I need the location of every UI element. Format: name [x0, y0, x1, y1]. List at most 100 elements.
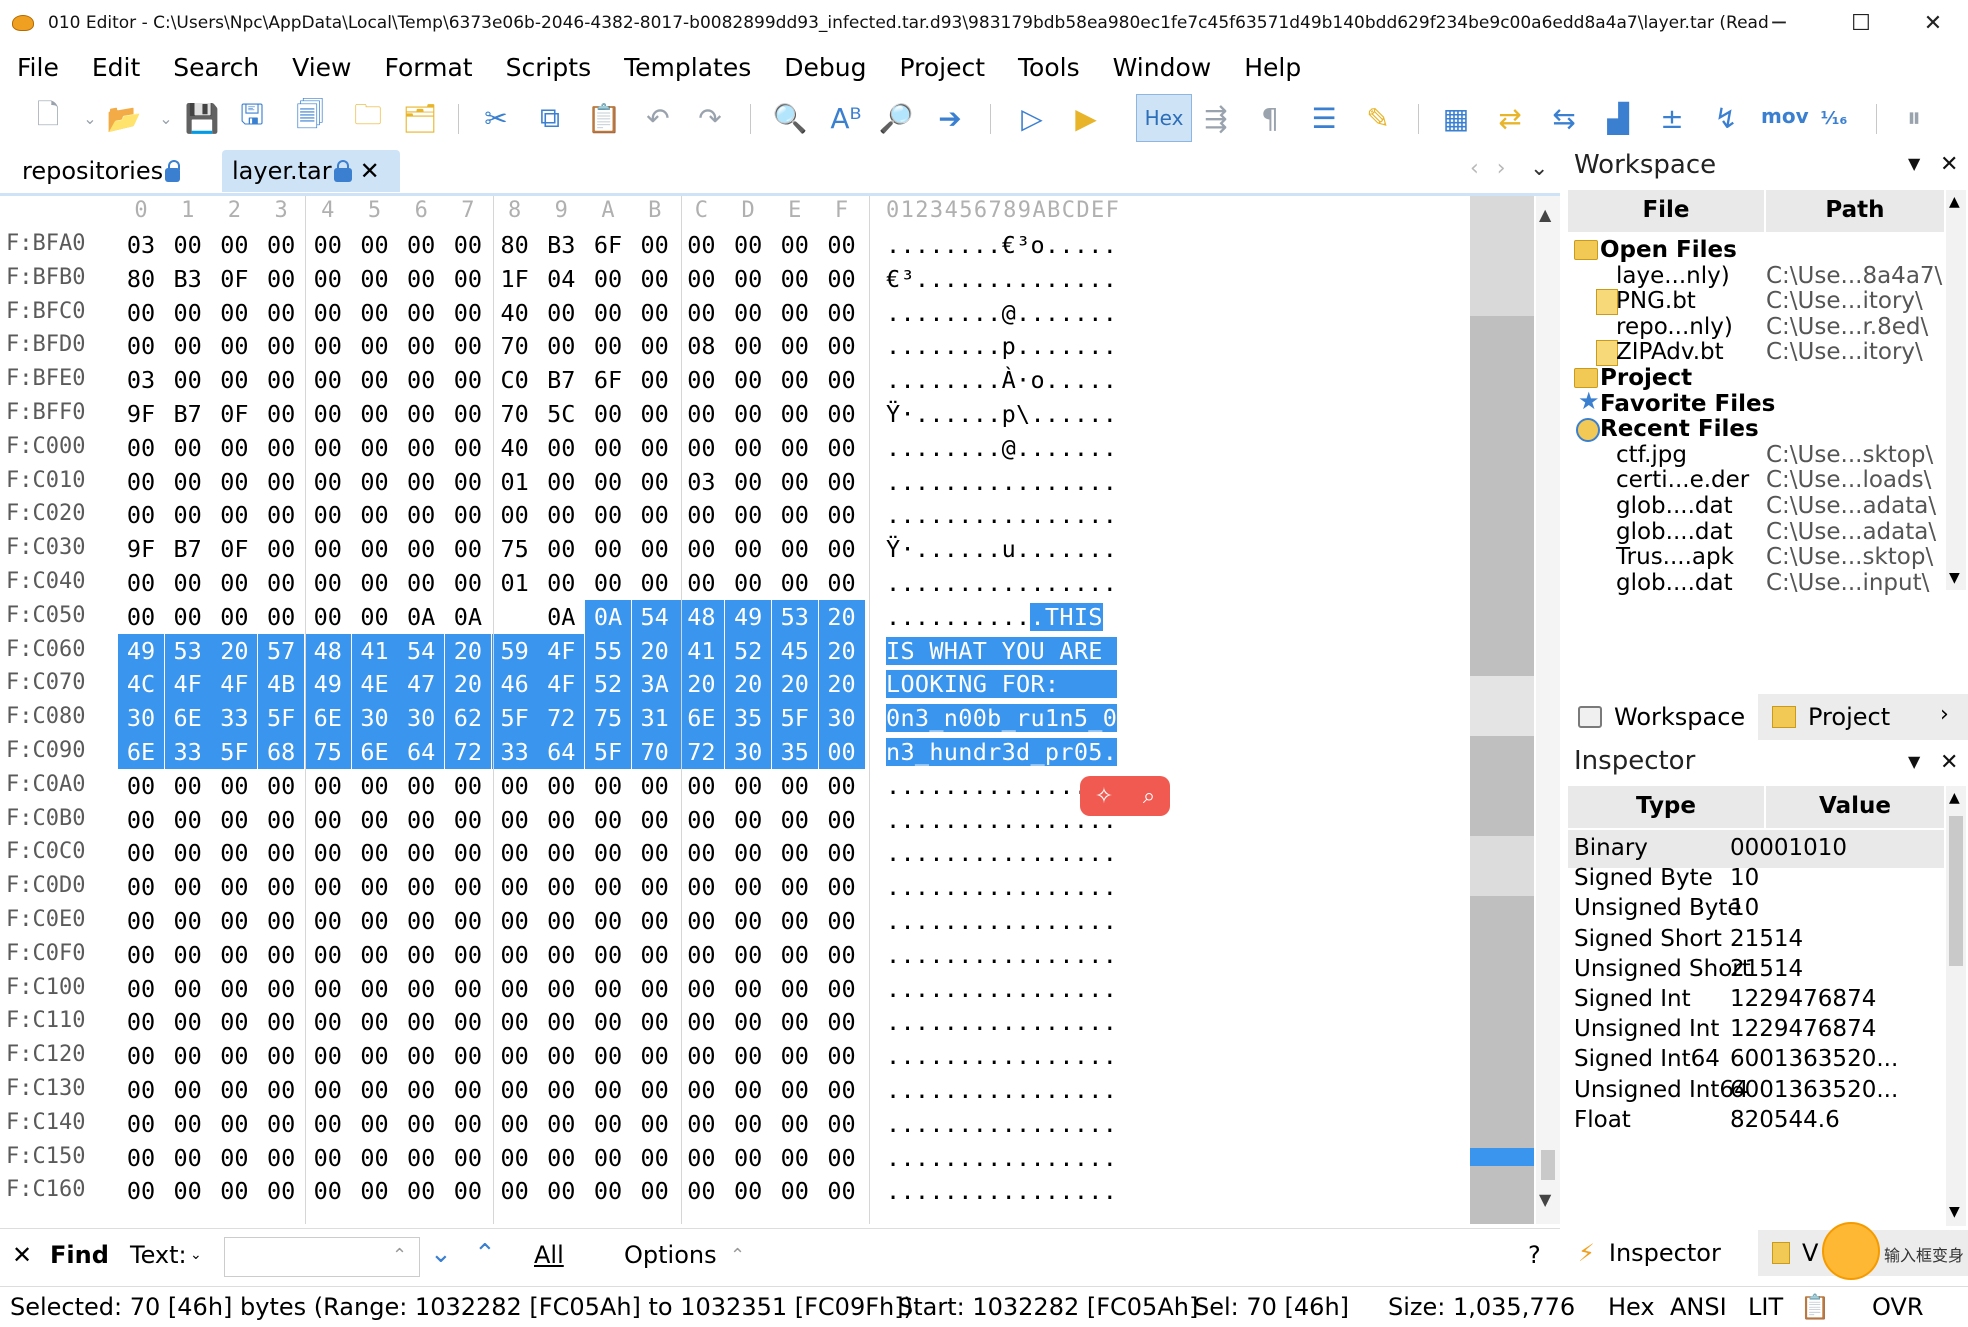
hex-byte[interactable]: 00	[819, 262, 865, 296]
hex-byte[interactable]: 00	[632, 363, 678, 397]
hex-byte[interactable]: 00	[258, 465, 304, 499]
hex-byte[interactable]: 6E	[678, 701, 725, 736]
hex-byte[interactable]: 00	[632, 228, 678, 262]
hex-byte[interactable]: 00	[352, 532, 398, 566]
close-icon[interactable]: ✕	[1940, 750, 1958, 775]
hex-byte[interactable]: 00	[632, 465, 678, 499]
hex-byte[interactable]: 00	[772, 803, 818, 837]
hex-byte[interactable]: 00	[352, 870, 398, 904]
hex-byte[interactable]: 00	[772, 498, 818, 532]
hex-byte[interactable]: 30	[818, 701, 865, 736]
hex-byte[interactable]: 20	[631, 633, 678, 668]
column-type[interactable]: Type	[1568, 793, 1764, 819]
hex-byte[interactable]: 00	[678, 938, 724, 972]
hex-byte[interactable]: 00	[445, 1141, 491, 1175]
hex-byte[interactable]: 00	[258, 870, 304, 904]
hex-byte[interactable]: 53	[771, 599, 818, 634]
hex-byte[interactable]: 30	[398, 701, 445, 736]
hex-row[interactable]: F:C090 6E 33 5F 68 75 6E 64 72 33 64 5F 70 72 30 35 00 n3…	[0, 735, 1470, 769]
hex-byte[interactable]: 00	[772, 1005, 818, 1039]
ascii-text[interactable]: ................	[886, 1174, 1117, 1208]
replace-icon[interactable]: Aᴮ	[826, 98, 866, 138]
hex-byte[interactable]: 00	[258, 363, 304, 397]
ascii-text[interactable]: ...........THIS	[886, 600, 1103, 634]
hex-byte[interactable]: 64	[398, 735, 445, 769]
hex-byte[interactable]: 00	[398, 1073, 444, 1107]
hex-byte[interactable]: 00	[585, 498, 631, 532]
undo-icon[interactable]: ↶	[638, 98, 678, 138]
hex-byte[interactable]: 00	[492, 836, 538, 870]
hex-byte[interactable]: 9F	[118, 532, 164, 566]
hex-byte[interactable]: 00	[118, 1107, 164, 1141]
menu-tools[interactable]: Tools	[1018, 53, 1080, 82]
hex-byte[interactable]: 00	[352, 566, 398, 600]
find-mode-label[interactable]: Text:	[130, 1241, 187, 1269]
hex-byte[interactable]: 00	[678, 296, 724, 330]
hex-byte[interactable]: 00	[258, 329, 304, 363]
menu-help[interactable]: Help	[1244, 53, 1301, 82]
hex-byte[interactable]: 72	[538, 701, 585, 736]
hex-byte[interactable]: 00	[678, 972, 724, 1006]
hex-byte[interactable]: 30	[725, 735, 772, 769]
hex-byte[interactable]: 00	[165, 870, 211, 904]
hex-byte[interactable]: 00	[585, 769, 631, 803]
hex-byte[interactable]: 6F	[585, 228, 631, 262]
hex-byte[interactable]: 00	[772, 431, 818, 465]
hex-byte[interactable]: 00	[398, 1005, 444, 1039]
hex-byte[interactable]: 00	[632, 769, 678, 803]
status-mode[interactable]: Hex	[1608, 1293, 1655, 1321]
ascii-text[interactable]: ................	[886, 1005, 1117, 1039]
hex-byte[interactable]: 00	[165, 904, 211, 938]
hex-byte[interactable]: 00	[352, 262, 398, 296]
hex-byte[interactable]: 00	[819, 870, 865, 904]
hex-byte[interactable]: 00	[165, 600, 211, 634]
hex-byte[interactable]: 00	[445, 1039, 491, 1073]
hex-byte[interactable]: 00	[725, 870, 771, 904]
hex-byte[interactable]: 00	[305, 836, 351, 870]
disassembler-icon[interactable]: ↯	[1706, 98, 1746, 138]
hex-byte[interactable]: 00	[118, 938, 164, 972]
hex-byte[interactable]: 70	[492, 397, 538, 431]
hex-byte[interactable]: 00	[305, 1005, 351, 1039]
hex-row[interactable]: F:C080 30 6E 33 5F 6E 30 30 62 5F 72 75 31 6E 35 5F 30 0n…	[0, 701, 1470, 736]
tab-repositories[interactable]: repositories	[12, 150, 190, 192]
menu-view[interactable]: View	[292, 53, 351, 82]
hex-byte[interactable]: 00	[165, 1174, 211, 1208]
hex-byte[interactable]: 00	[725, 566, 771, 600]
hex-byte[interactable]: 47	[398, 667, 445, 702]
hex-byte[interactable]: 31	[631, 701, 678, 736]
hex-byte[interactable]: 30	[351, 701, 398, 736]
hex-byte[interactable]: 00	[165, 769, 211, 803]
hex-byte[interactable]: 6E	[164, 701, 211, 736]
hex-byte[interactable]: 04	[538, 262, 584, 296]
hex-byte[interactable]: 00	[492, 870, 538, 904]
hex-byte[interactable]: 00	[305, 566, 351, 600]
column-file[interactable]: File	[1568, 197, 1764, 223]
hex-byte[interactable]: 00	[118, 769, 164, 803]
hex-byte[interactable]: 62	[444, 701, 491, 736]
hex-byte[interactable]: 0A	[398, 600, 444, 634]
hex-byte[interactable]: 20	[444, 667, 491, 702]
hex-byte[interactable]: 00	[632, 532, 678, 566]
ascii-text[interactable]: n3_hundr3d_pr05.	[886, 735, 1118, 769]
hex-byte[interactable]: 00	[258, 397, 304, 431]
hex-byte[interactable]: 5F	[491, 701, 538, 736]
hex-byte[interactable]: 00	[678, 904, 724, 938]
hex-byte[interactable]: 6E	[351, 735, 398, 769]
hex-byte[interactable]: 00	[585, 566, 631, 600]
hex-byte[interactable]: 00	[538, 329, 584, 363]
hex-byte[interactable]: 00	[165, 296, 211, 330]
hex-byte[interactable]: 00	[211, 566, 257, 600]
hex-byte[interactable]: 00	[352, 1039, 398, 1073]
selection-action-popup[interactable]: ✧ ⌕	[1080, 776, 1170, 816]
hex-byte[interactable]: 00	[352, 1073, 398, 1107]
ascii-text[interactable]: ................	[886, 1073, 1117, 1107]
tab-inspector[interactable]: ⚡ Inspector	[1568, 1230, 1758, 1276]
menu-scripts[interactable]: Scripts	[506, 53, 592, 82]
hex-row[interactable]: F:BFE0 03 00 00 00 00 00 00 00 C0 B7 6F 00 00 00 00 00..…	[0, 363, 1470, 397]
ascii-text[interactable]: ................	[886, 870, 1117, 904]
hex-byte[interactable]: 00	[819, 1039, 865, 1073]
open-file-icon[interactable]: 📂	[104, 98, 144, 138]
ascii-text[interactable]: ................	[886, 1141, 1117, 1175]
hex-byte[interactable]: 54	[631, 599, 678, 634]
